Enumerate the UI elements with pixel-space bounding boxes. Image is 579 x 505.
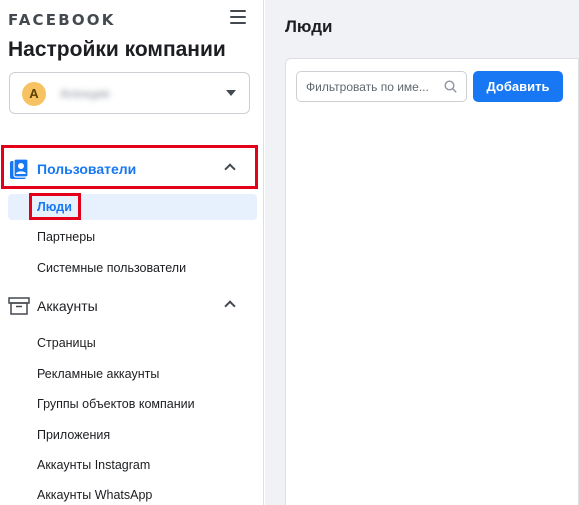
filter-input[interactable] bbox=[297, 72, 442, 101]
account-name: Агенция bbox=[60, 86, 110, 101]
sidebar-item-label: Аккаунты WhatsApp bbox=[37, 488, 153, 502]
menu-icon[interactable] bbox=[230, 10, 246, 24]
sidebar-section-label: Пользователи bbox=[37, 161, 137, 177]
avatar: A bbox=[22, 82, 46, 106]
sidebar-item-whatsapp-accounts[interactable]: Аккаунты WhatsApp bbox=[0, 482, 264, 505]
sidebar-item-label: Люди bbox=[37, 200, 72, 214]
sidebar-item-label: Группы объектов компании bbox=[37, 397, 195, 411]
filter-field[interactable] bbox=[296, 71, 467, 102]
users-badge-icon bbox=[10, 158, 29, 179]
sidebar-item-label: Системные пользователи bbox=[37, 261, 187, 275]
sidebar-item-label: Рекламные аккаунты bbox=[37, 367, 160, 381]
section-title: Люди bbox=[285, 17, 333, 36]
sidebar-item-apps[interactable]: Приложения bbox=[0, 422, 264, 448]
facebook-logo: FACEBOOK bbox=[8, 11, 116, 29]
page-title: Настройки компании bbox=[8, 38, 226, 61]
sidebar-item-instagram-accounts[interactable]: Аккаунты Instagram bbox=[0, 452, 264, 478]
add-button[interactable]: Добавить bbox=[473, 71, 563, 102]
sidebar-section-label: Аккаунты bbox=[37, 298, 98, 314]
people-list-panel: Добавить bbox=[285, 58, 579, 505]
chevron-up-icon[interactable] bbox=[224, 163, 236, 175]
sidebar-item-pages[interactable]: Страницы bbox=[0, 330, 264, 356]
sidebar-section-accounts[interactable]: Аккаунты bbox=[0, 290, 264, 322]
business-settings-app: FACEBOOK Настройки компании A Агенция По… bbox=[0, 0, 579, 505]
search-icon[interactable] bbox=[444, 80, 457, 93]
accounts-box-icon bbox=[8, 297, 30, 315]
sidebar: FACEBOOK Настройки компании A Агенция По… bbox=[0, 0, 264, 505]
account-picker[interactable]: A Агенция bbox=[9, 72, 250, 114]
sidebar-item-partners[interactable]: Партнеры bbox=[0, 224, 264, 250]
sidebar-item-label: Аккаунты Instagram bbox=[37, 458, 151, 472]
chevron-up-icon[interactable] bbox=[224, 300, 236, 312]
sidebar-section-users[interactable]: Пользователи bbox=[0, 153, 264, 185]
sidebar-item-system-users[interactable]: Системные пользователи bbox=[0, 255, 264, 281]
sidebar-item-business-asset-groups[interactable]: Группы объектов компании bbox=[0, 391, 264, 417]
sidebar-item-label: Приложения bbox=[37, 428, 111, 442]
main-content: Люди Добавить bbox=[265, 0, 579, 505]
sidebar-item-people[interactable]: Люди bbox=[8, 194, 257, 220]
sidebar-item-label: Страницы bbox=[37, 336, 96, 350]
sidebar-item-ad-accounts[interactable]: Рекламные аккаунты bbox=[0, 361, 264, 387]
sidebar-item-label: Партнеры bbox=[37, 230, 96, 244]
caret-down-icon bbox=[226, 90, 236, 96]
